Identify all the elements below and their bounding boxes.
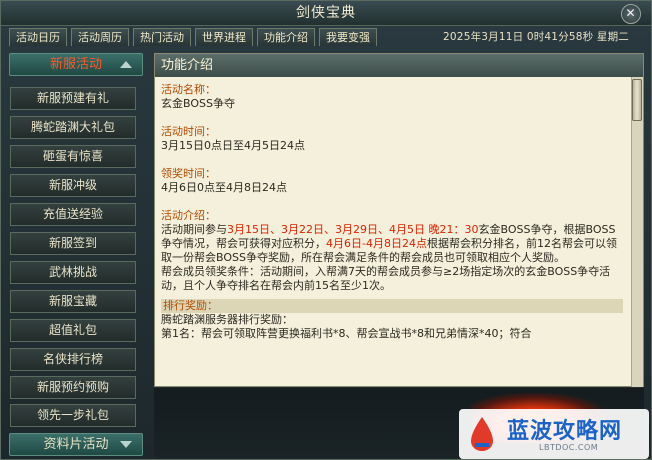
sidebar-item[interactable]: 超值礼包: [10, 319, 136, 342]
site-watermark: 蓝波攻略网 LBTDOC.COM: [459, 409, 649, 459]
tab-feature-intro[interactable]: 功能介绍: [257, 28, 315, 46]
content-header: 功能介绍: [155, 54, 643, 77]
scrollbar-track[interactable]: [631, 77, 643, 387]
sidebar-item[interactable]: 新服预建有礼: [10, 87, 136, 110]
title-bar: 剑侠宝典 ✕: [1, 1, 651, 26]
tab-get-stronger[interactable]: 我要变强: [319, 28, 377, 46]
sidebar-item[interactable]: 名侠排行榜: [10, 348, 136, 371]
tab-hot-activities[interactable]: 热门活动: [133, 28, 191, 46]
sidebar-item[interactable]: 领先一步礼包: [10, 404, 136, 427]
intro-dates-2: 4月6日-4月8日24点: [326, 237, 427, 250]
game-window: 剑侠宝典 ✕ 活动日历 活动周历 热门活动 世界进程 功能介绍 我要变强 202…: [0, 0, 652, 460]
watermark-title: 蓝波攻略网: [507, 419, 623, 444]
category-expansion[interactable]: 资料片活动: [9, 433, 143, 456]
watermark-url: LBTDOC.COM: [539, 443, 599, 452]
collapse-arrow-icon: [120, 61, 132, 68]
tab-weekly-calendar[interactable]: 活动周历: [71, 28, 129, 46]
scrollbar-thumb[interactable]: [632, 79, 642, 121]
tab-activity-calendar[interactable]: 活动日历: [9, 28, 67, 46]
rank-first-line: 第1名：帮会可领取阵营更换福利书*8、帮会宣战书*8和兄弟情深*40；符合: [161, 327, 532, 340]
activity-time-value: 3月15日0点日至4月5日24点: [161, 139, 305, 152]
window-title: 剑侠宝典: [296, 5, 356, 21]
intro-dates: 3月15日、3月22日、3月29日、4月5日 晚21：30: [227, 223, 479, 236]
sidebar-item[interactable]: 新服冲级: [10, 174, 136, 197]
reward-time-value: 4月6日0点至4月8日24点: [161, 181, 287, 194]
category-new-server[interactable]: 新服活动: [9, 53, 143, 76]
sidebar-item[interactable]: 砸蛋有惊喜: [10, 145, 136, 168]
rank-reward-label: 排行奖励：: [161, 299, 623, 313]
sidebar-item[interactable]: 新服预约预购: [10, 376, 136, 399]
activity-time-label: 活动时间：: [161, 125, 216, 138]
intro-paragraph: 活动期间参与3月15日、3月22日、3月29日、4月5日 晚21：30玄金BOS…: [161, 223, 619, 265]
watermark-logo-icon: [471, 417, 493, 451]
category-label: 资料片活动: [43, 437, 109, 452]
tab-world-progress[interactable]: 世界进程: [195, 28, 253, 46]
sidebar-item[interactable]: 充值送经验: [10, 203, 136, 226]
intro-label: 活动介绍：: [161, 209, 216, 222]
content-body[interactable]: 活动名称： 玄金BOSS争夺 活动时间： 3月15日0点日至4月5日24点 领奖…: [155, 77, 625, 341]
sidebar-item[interactable]: 新服签到: [10, 232, 136, 255]
activity-name-label: 活动名称：: [161, 83, 216, 96]
reward-time-label: 领奖时间：: [161, 167, 216, 180]
category-label: 新服活动: [49, 57, 102, 72]
activity-name-value: 玄金BOSS争夺: [161, 97, 235, 110]
sidebar-item[interactable]: 武林挑战: [10, 261, 136, 284]
content-panel: 功能介绍 活动名称： 玄金BOSS争夺 活动时间： 3月15日0点日至4月5日2…: [154, 53, 644, 387]
tab-bar: 活动日历 活动周历 热门活动 世界进程 功能介绍 我要变强: [9, 28, 377, 46]
close-icon[interactable]: ✕: [621, 4, 641, 24]
rank-server-line: 腾蛇踏渊服务器排行奖励：: [161, 313, 293, 326]
sidebar-item[interactable]: 新服宝藏: [10, 290, 136, 313]
intro-conditions: 帮会成员领奖条件：活动期间，入帮满7天的帮会成员参与≥2场指定场次的玄金BOSS…: [161, 265, 611, 292]
sidebar-item[interactable]: 腾蛇踏渊大礼包: [10, 116, 136, 139]
intro-text-a: 活动期间参与: [161, 223, 227, 236]
datetime-display: 2025年3月11日 0时41分58秒 星期二: [443, 31, 629, 43]
expand-arrow-icon: [120, 441, 132, 448]
